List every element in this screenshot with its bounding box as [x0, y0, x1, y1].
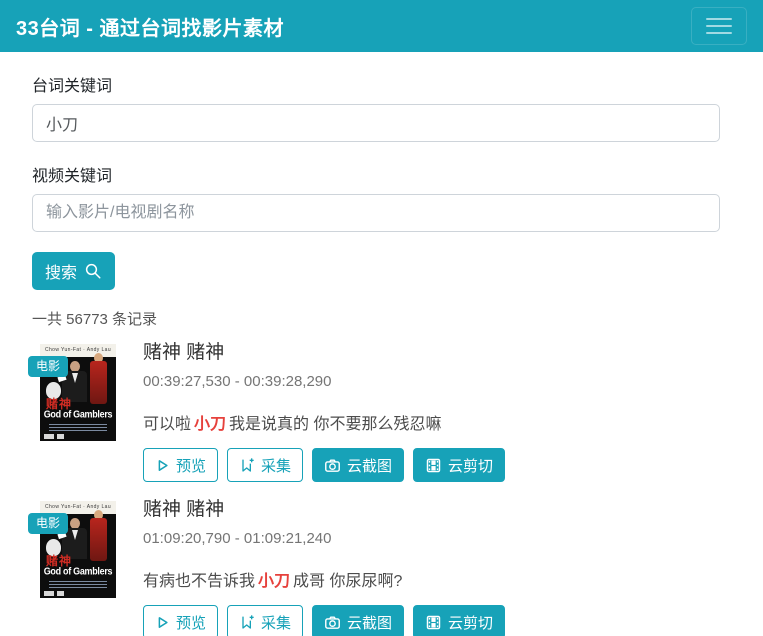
- menu-toggle-button[interactable]: [691, 7, 747, 45]
- subtitle-text: 成哥 你尿尿啊?: [293, 573, 402, 590]
- line-keyword-label: 台词关键词: [32, 72, 720, 96]
- poster-container: 电影 Chow Yun-Fat · Andy Lau 赌神 God of Gam…: [40, 501, 116, 598]
- search-button[interactable]: 搜索: [32, 252, 115, 290]
- app-header: 33台词 - 通过台词找影片素材: [0, 0, 763, 52]
- poster-art: [44, 591, 54, 596]
- subtitle-text: 我是说真的 你不要那么残忍嘛: [229, 416, 441, 433]
- poster-art: [57, 591, 64, 596]
- camera-icon: [324, 457, 341, 474]
- line-keyword-input[interactable]: [32, 104, 720, 142]
- search-button-label: 搜索: [45, 259, 77, 283]
- cloud-screenshot-button[interactable]: 云截图: [312, 605, 404, 636]
- bookmark-plus-icon: [239, 614, 255, 630]
- subtitle-time-range: 01:09:20,790 - 01:09:21,240: [143, 530, 720, 547]
- subtitle-line: 有病也不告诉我小刀成哥 你尿尿啊?: [143, 571, 720, 592]
- cloud-cut-button[interactable]: 云剪切: [413, 605, 505, 636]
- poster-title-en: God of Gamblers: [40, 565, 116, 577]
- collect-button[interactable]: 采集: [227, 448, 303, 482]
- collect-button[interactable]: 采集: [227, 605, 303, 636]
- subtitle-text: 有病也不告诉我: [143, 573, 255, 590]
- result-item-content: 赌神 赌神 00:39:27,530 - 00:39:28,290 可以啦小刀我…: [143, 344, 720, 482]
- result-item: 电影 Chow Yun-Fat · Andy Lau 赌神 God of Gam…: [32, 501, 720, 636]
- bookmark-plus-icon: [239, 457, 255, 473]
- movie-title: 赌神 赌神: [143, 342, 720, 364]
- cloud-screenshot-button[interactable]: 云截图: [312, 448, 404, 482]
- preview-button[interactable]: 预览: [143, 448, 218, 482]
- subtitle-keyword-highlight: 小刀: [255, 573, 293, 590]
- media-type-badge: 电影: [28, 513, 68, 534]
- hamburger-icon: [706, 25, 732, 27]
- poster-art: [49, 424, 107, 432]
- camera-icon: [324, 614, 341, 631]
- film-icon: [425, 457, 442, 474]
- action-button-row: 预览 采集 云截图: [143, 605, 720, 636]
- result-count: 一共 56773 条记录: [32, 308, 720, 329]
- poster-container: 电影 Chow Yun-Fat · Andy Lau 赌神 God of Gam…: [40, 344, 116, 441]
- poster-title-en: God of Gamblers: [40, 408, 116, 420]
- movie-title: 赌神 赌神: [143, 499, 720, 521]
- subtitle-line: 可以啦小刀我是说真的 你不要那么残忍嘛: [143, 414, 720, 435]
- poster-art: [49, 581, 107, 589]
- poster-art: [90, 518, 107, 561]
- subtitle-keyword-highlight: 小刀: [191, 416, 229, 433]
- page-title: 33台词 - 通过台词找影片素材: [16, 12, 284, 41]
- result-item-content: 赌神 赌神 01:09:20,790 - 01:09:21,240 有病也不告诉…: [143, 501, 720, 636]
- hamburger-icon: [706, 18, 732, 20]
- play-icon: [155, 458, 170, 473]
- subtitle-text: 可以啦: [143, 416, 191, 433]
- poster-art: [44, 434, 54, 439]
- main-content: 台词关键词 视频关键词 搜索 一共 56773 条记录 电影 Chow Yun-…: [0, 52, 763, 636]
- subtitle-time-range: 00:39:27,530 - 00:39:28,290: [143, 373, 720, 390]
- poster-art: [57, 434, 64, 439]
- action-button-row: 预览 采集 云截图: [143, 448, 720, 482]
- result-item: 电影 Chow Yun-Fat · Andy Lau 赌神 God of Gam…: [32, 344, 720, 482]
- poster-art: [90, 361, 107, 404]
- media-type-badge: 电影: [28, 356, 68, 377]
- search-icon: [84, 262, 102, 280]
- video-keyword-input[interactable]: [32, 194, 720, 232]
- film-icon: [425, 614, 442, 631]
- video-keyword-label: 视频关键词: [32, 162, 720, 186]
- preview-button[interactable]: 预览: [143, 605, 218, 636]
- cloud-cut-button[interactable]: 云剪切: [413, 448, 505, 482]
- hamburger-icon: [706, 32, 732, 34]
- play-icon: [155, 615, 170, 630]
